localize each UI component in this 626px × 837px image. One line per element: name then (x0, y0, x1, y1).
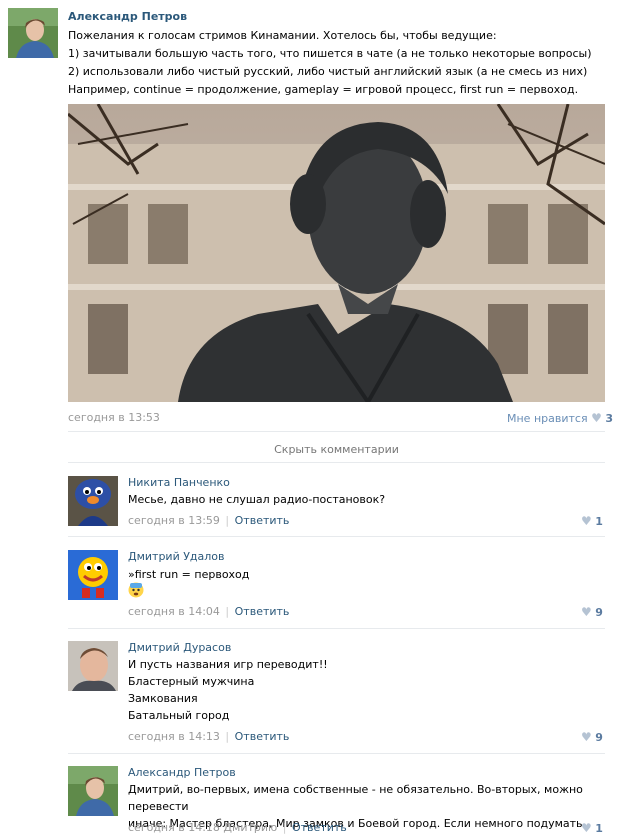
comment-like-button[interactable]: ♥ 1 (581, 821, 603, 835)
like-count: 9 (595, 606, 603, 619)
reply-link[interactable]: Ответить (235, 605, 290, 618)
reply-link[interactable]: Ответить (235, 730, 290, 743)
comment-text-line: Дмитрий, во-первых, имена собственные - … (128, 783, 583, 813)
like-count: 9 (595, 731, 603, 744)
comment-author[interactable]: Дмитрий Дурасов (128, 641, 231, 654)
comment-author[interactable]: Александр Петров (128, 766, 236, 779)
post-text-line: 2) использовали либо чистый русский, либ… (68, 65, 588, 78)
like-label: Мне нравится (507, 412, 588, 425)
divider (68, 462, 605, 463)
comment-text-line: Месье, давно не слушал радио-постановок? (128, 493, 386, 506)
separator: | (225, 514, 230, 527)
reply-link[interactable]: Ответить (292, 821, 347, 834)
comment-timestamp[interactable]: сегодня в 14:18 (128, 821, 220, 834)
divider (68, 431, 605, 432)
post-author-avatar[interactable] (8, 8, 58, 58)
comment-meta: сегодня в 13:59 | Ответить (128, 514, 289, 527)
comment-author[interactable]: Никита Панченко (128, 476, 230, 489)
comment-avatar[interactable] (68, 476, 118, 526)
hide-comments-link[interactable]: Скрыть комментарии (68, 443, 605, 456)
heart-icon: ♥ (581, 514, 592, 528)
comment-text: Месье, давно не слушал радио-постановок? (128, 491, 385, 509)
reply-link[interactable]: Ответить (235, 514, 290, 527)
comment-timestamp[interactable]: сегодня в 13:59 (128, 514, 220, 527)
heart-icon: ♥ (581, 730, 592, 744)
comment-text-line: Замкования (128, 692, 198, 705)
separator: | (225, 605, 230, 618)
comment-timestamp[interactable]: сегодня в 14:04 (128, 605, 220, 618)
comment-text: »first run = первоход (128, 566, 249, 584)
reply-to-name[interactable]: Дмитрию (223, 821, 277, 834)
post-timestamp[interactable]: сегодня в 13:53 (68, 411, 160, 424)
comment-meta: сегодня в 14:13 | Ответить (128, 730, 289, 743)
post-author-name[interactable]: Александр Петров (68, 10, 187, 23)
comment-avatar[interactable] (68, 766, 118, 816)
comment-author[interactable]: Дмитрий Удалов (128, 550, 225, 563)
comment-like-button[interactable]: ♥ 9 (581, 730, 603, 744)
comment-meta: сегодня в 14:04 | Ответить (128, 605, 289, 618)
separator: | (282, 821, 287, 834)
comment-text: И пусть названия игр переводит!! Бластер… (128, 656, 328, 724)
post-photo[interactable] (68, 104, 605, 402)
comment-text-line: Бластерный мужчина (128, 675, 255, 688)
comment-timestamp[interactable]: сегодня в 14:13 (128, 730, 220, 743)
comment-like-button[interactable]: ♥ 1 (581, 514, 603, 528)
comment-text-line: И пусть названия игр переводит!! (128, 658, 328, 671)
comment-meta: сегодня в 14:18 Дмитрию | Ответить (128, 821, 347, 834)
comment-like-button[interactable]: ♥ 9 (581, 605, 603, 619)
heart-icon: ♥ (591, 411, 602, 425)
heart-icon: ♥ (581, 821, 592, 835)
divider (68, 753, 605, 754)
like-count: 1 (595, 515, 603, 528)
post-text: Пожелания к голосам стримов Кинамании. Х… (68, 27, 613, 99)
comment-text-line: »first run = первоход (128, 568, 250, 581)
comment-text-line: Батальный город (128, 709, 230, 722)
heart-icon: ♥ (581, 605, 592, 619)
comment-avatar[interactable] (68, 550, 118, 600)
like-count: 3 (605, 412, 613, 425)
comment-avatar[interactable] (68, 641, 118, 691)
like-count: 1 (595, 822, 603, 835)
post-text-line: Например, continue = продолжение, gamepl… (68, 83, 579, 96)
separator: | (225, 730, 230, 743)
divider (68, 628, 605, 629)
post-text-line: 1) зачитывали большую часть того, что пи… (68, 47, 592, 60)
fearful-face-emoji-icon (128, 582, 144, 598)
divider (68, 536, 605, 537)
post-like-button[interactable]: Мне нравится ♥ 3 (507, 411, 613, 425)
post-text-line: Пожелания к голосам стримов Кинамании. Х… (68, 29, 497, 42)
